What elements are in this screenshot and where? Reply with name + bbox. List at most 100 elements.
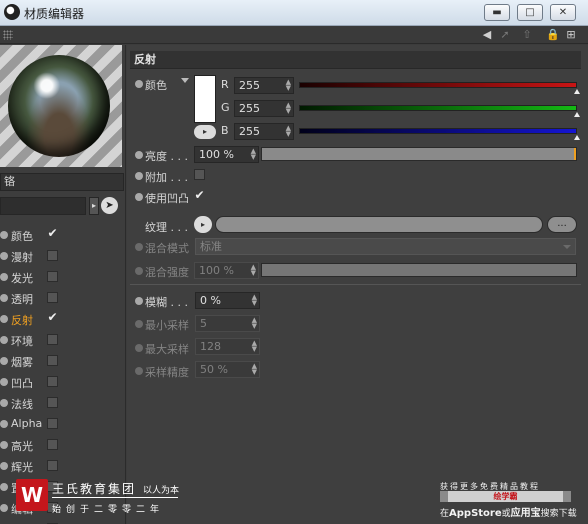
channel-dot-icon	[0, 231, 8, 239]
channel-label[interactable]: 透明	[11, 291, 33, 307]
g-value-field[interactable]: 255 ▲ ▼	[234, 100, 294, 117]
channel-item[interactable]: 漫射	[0, 246, 124, 267]
spinner-icon[interactable]: ▲ ▼	[286, 125, 291, 138]
material-name-field[interactable]: 铬	[0, 173, 124, 191]
channel-label[interactable]: 反射	[11, 312, 33, 328]
texture-browse-button[interactable]: ...	[547, 216, 577, 233]
blur-anim-dot[interactable]	[135, 297, 143, 305]
brightness-slider[interactable]	[261, 147, 577, 161]
spinner-icon[interactable]: ▲ ▼	[252, 294, 257, 307]
forward-arrow-icon[interactable]: ➚	[498, 28, 512, 42]
material-preview[interactable]	[0, 45, 122, 167]
additive-anim-dot[interactable]	[135, 172, 143, 180]
channel-item[interactable]: 环境	[0, 330, 124, 351]
channel-label[interactable]: 高光	[11, 438, 33, 454]
accuracy-field[interactable]: 50 % ▲ ▼	[195, 361, 260, 378]
slider-handle-icon[interactable]	[574, 135, 580, 140]
channel-checkbox[interactable]	[47, 460, 58, 471]
mix-mode-dropdown[interactable]: 标准	[195, 238, 576, 255]
spinner-icon[interactable]: ▲ ▼	[286, 79, 291, 92]
spinner-icon[interactable]: ▲ ▼	[286, 102, 291, 115]
texture-menu-button[interactable]: ▸	[194, 216, 212, 233]
slider-handle-icon[interactable]	[574, 89, 580, 94]
grip-handle-icon[interactable]	[3, 30, 13, 40]
texture-slot[interactable]	[215, 216, 543, 233]
channel-checkbox[interactable]	[47, 355, 58, 366]
channel-item[interactable]: 发光	[0, 267, 124, 288]
blur-field[interactable]: 0 % ▲ ▼	[195, 292, 260, 309]
slider-handle-icon[interactable]	[574, 112, 580, 117]
channel-item[interactable]: 法线	[0, 393, 124, 414]
channel-label[interactable]: 环境	[11, 333, 33, 349]
close-button[interactable]: ✕	[550, 4, 576, 21]
channel-item[interactable]: 颜色 ✔	[0, 225, 124, 246]
channel-checkbox[interactable]	[47, 334, 58, 345]
channel-label[interactable]: 辉光	[11, 459, 33, 475]
brightness-field[interactable]: 100 % ▲ ▼	[194, 146, 259, 163]
texture-label: 纹理 . . .	[145, 221, 188, 234]
channel-item[interactable]: 透明	[0, 288, 124, 309]
channel-label[interactable]: 发光	[11, 270, 33, 286]
green-slider[interactable]	[299, 105, 580, 117]
minimize-button[interactable]: ▬	[484, 4, 510, 21]
channel-checkbox[interactable]	[47, 418, 58, 429]
channel-label[interactable]: 凹凸	[11, 375, 33, 391]
color-mode-button[interactable]: ▸	[194, 125, 216, 139]
channel-checkbox[interactable]	[47, 271, 58, 282]
max-samples-field[interactable]: 128 ▲ ▼	[195, 338, 260, 355]
color-anim-dot[interactable]	[135, 80, 143, 88]
mix-strength-slider[interactable]	[261, 263, 577, 277]
blue-slider[interactable]	[299, 128, 580, 140]
pick-object-icon[interactable]: ➤	[101, 197, 118, 214]
channel-label[interactable]: 法线	[11, 396, 33, 412]
channel-dot-icon	[0, 336, 8, 344]
spinner-icon[interactable]: ▲ ▼	[252, 340, 257, 353]
b-value-field[interactable]: 255 ▲ ▼	[234, 123, 294, 140]
assign-arrow-button[interactable]: ▸	[89, 197, 99, 215]
up-arrow-icon[interactable]: ⇧	[520, 28, 534, 42]
channel-checkbox[interactable]	[47, 250, 58, 261]
maximize-button[interactable]: □	[517, 4, 543, 21]
channel-label[interactable]: 颜色	[11, 228, 33, 244]
spinner-icon[interactable]: ▲ ▼	[251, 148, 256, 161]
r-value-field[interactable]: 255 ▲ ▼	[234, 77, 294, 94]
channel-item[interactable]: 烟雾	[0, 351, 124, 372]
channel-item[interactable]: 辉光	[0, 456, 124, 477]
channel-item[interactable]: 高光	[0, 435, 124, 456]
channel-item[interactable]: 凹凸	[0, 372, 124, 393]
assign-field[interactable]	[0, 197, 86, 215]
back-arrow-icon[interactable]: ◀	[480, 28, 494, 42]
channel-item[interactable]: 光照	[0, 519, 124, 524]
channel-checkbox[interactable]	[47, 397, 58, 408]
color-swatch[interactable]	[194, 75, 216, 123]
spinner-icon[interactable]: ▲ ▼	[252, 363, 257, 376]
channel-checkbox[interactable]: ✔	[47, 227, 58, 240]
min-samples-field[interactable]: 5 ▲ ▼	[195, 315, 260, 332]
red-slider[interactable]	[299, 82, 580, 94]
new-window-icon[interactable]: ⊞	[564, 28, 578, 42]
channel-item[interactable]: 反射 ✔	[0, 309, 124, 330]
mix-mode-value: 标准	[200, 240, 222, 253]
channel-label[interactable]: 烟雾	[11, 354, 33, 370]
channel-label[interactable]: Alpha	[11, 417, 42, 430]
max-samples-label: 最大采样	[145, 343, 189, 356]
channel-item[interactable]: Alpha	[0, 414, 124, 435]
channel-checkbox[interactable]: ✔	[47, 311, 58, 324]
ad-brand-bar: 绘学霸	[440, 491, 571, 502]
channel-dot-icon	[0, 378, 8, 386]
use-bump-checkbox[interactable]: ✔	[194, 189, 205, 202]
channel-label[interactable]: 漫射	[11, 249, 33, 265]
spinner-icon[interactable]: ▲ ▼	[251, 264, 256, 277]
use-bump-anim-dot[interactable]	[135, 193, 143, 201]
channel-checkbox[interactable]	[47, 376, 58, 387]
chevron-down-icon[interactable]	[181, 78, 189, 83]
mix-strength-field[interactable]: 100 % ▲ ▼	[194, 262, 259, 279]
channel-checkbox[interactable]	[47, 439, 58, 450]
channel-checkbox[interactable]	[47, 292, 58, 303]
brightness-anim-dot[interactable]	[135, 151, 143, 159]
lock-icon[interactable]: 🔒	[546, 28, 560, 42]
additive-checkbox[interactable]	[194, 169, 205, 180]
channel-dot-icon	[0, 504, 8, 512]
g-label: G	[221, 101, 230, 114]
spinner-icon[interactable]: ▲ ▼	[252, 317, 257, 330]
